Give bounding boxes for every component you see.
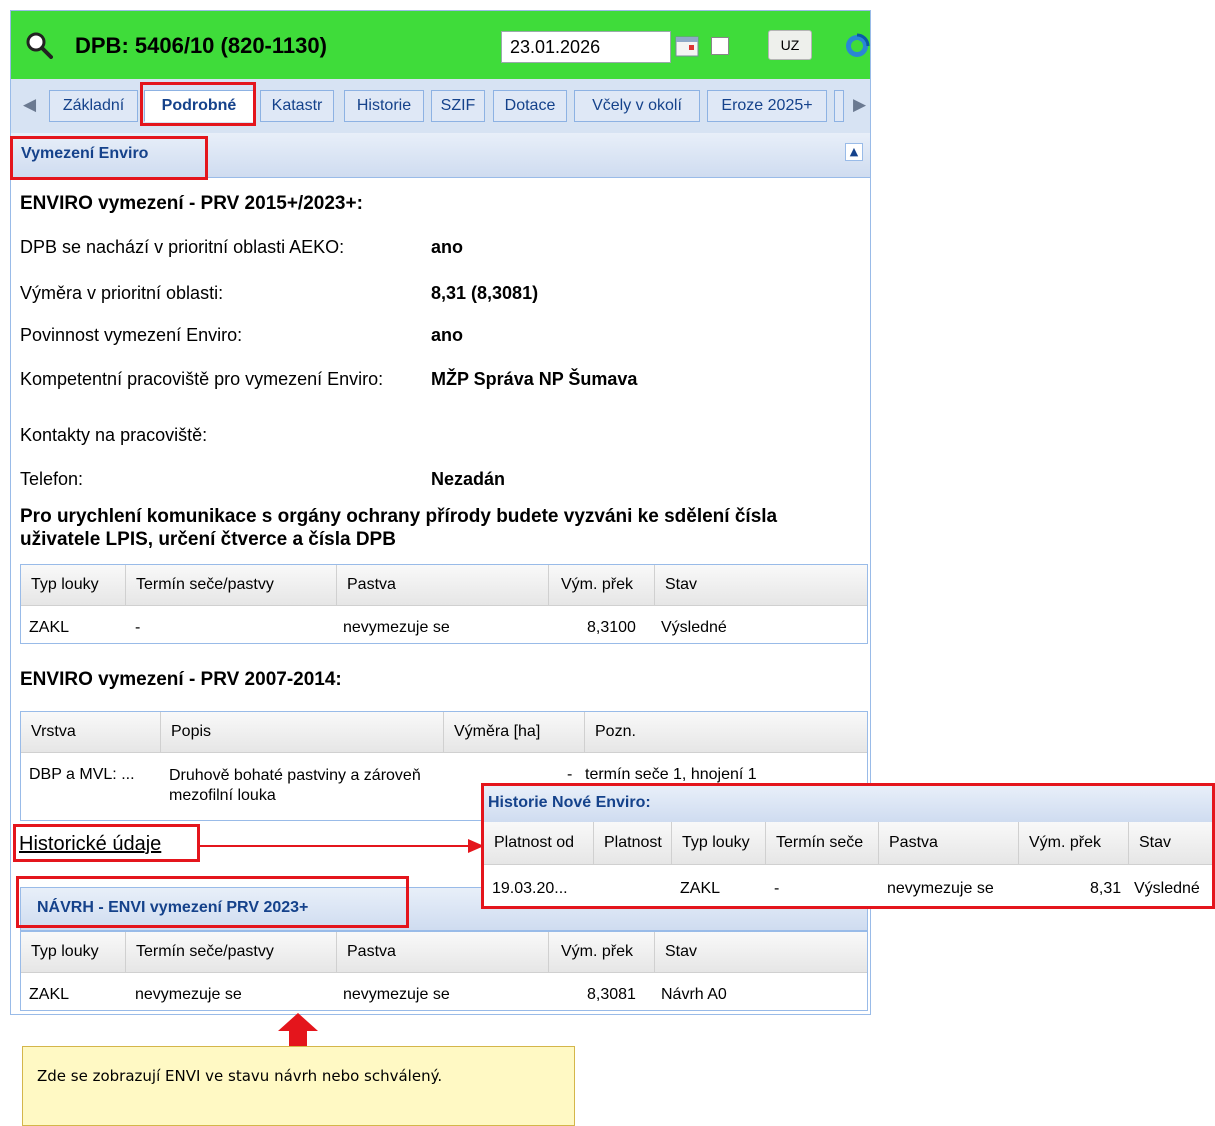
column-header[interactable]: Termín seče/pastvy [126, 932, 337, 972]
column-header[interactable]: Pastva [879, 822, 1019, 864]
table-cell: Návrh A0 [661, 986, 727, 1003]
notice-text: Pro urychlení komunikace s orgány ochran… [20, 506, 778, 550]
popup-title: Historie Nové Enviro: [488, 794, 651, 811]
column-header[interactable]: Typ louky [21, 932, 126, 972]
info-label: Výměra v prioritní oblasti: [20, 283, 224, 303]
table-header: Typ louky Termín seče/pastvy Pastva Vým.… [21, 565, 867, 606]
tab-dotace[interactable]: Dotace [493, 90, 567, 122]
table-cell: Výsledné [661, 619, 727, 636]
tab-eroze[interactable]: Eroze 2025+ [707, 90, 827, 122]
history-checkbox[interactable] [711, 37, 729, 55]
info-value: Nezadán [431, 469, 506, 489]
note-callout: Zde se zobrazují ENVI ve stavu návrh neb… [22, 1046, 575, 1126]
table-cell: Výsledné [1134, 880, 1200, 897]
table-cell: 8,3100 [587, 619, 636, 636]
table-cell: ZAKL [680, 880, 721, 897]
info-label: Povinnost vymezení Enviro: [20, 325, 243, 345]
collapse-icon[interactable]: ▲ [845, 143, 863, 161]
info-label: Kompetentní pracoviště pro vymezení Envi… [20, 369, 384, 389]
highlight-history-link [13, 824, 200, 862]
enviro-new-table: Typ louky Termín seče/pastvy Pastva Vým.… [20, 564, 868, 644]
column-header[interactable]: Stav [655, 932, 867, 972]
tab-vcely-v-okoli[interactable]: Včely v okolí [574, 90, 700, 122]
search-icon[interactable] [25, 31, 53, 59]
tab-zakladni[interactable]: Základní [49, 90, 138, 122]
info-label: DPB se nachází v prioritní oblasti AEKO: [20, 237, 345, 257]
table-cell: - [774, 880, 780, 897]
table-cell: nevymezuje se [887, 880, 994, 897]
table-cell: nevymezuje se [343, 986, 450, 1003]
column-header[interactable]: Stav [1129, 822, 1212, 864]
column-header[interactable]: Výměra [ha] [444, 712, 585, 752]
column-header[interactable]: Pastva [337, 932, 549, 972]
connector-arrow-icon [200, 839, 484, 853]
popup-header: Historie Nové Enviro: [484, 786, 1212, 823]
column-header[interactable]: Typ louky [672, 822, 766, 864]
table-header: Vrstva Popis Výměra [ha] Pozn. [21, 712, 867, 753]
date-field[interactable]: 23.01.2026 [501, 31, 671, 63]
table-cell: ZAKL [29, 986, 70, 1003]
highlight-proposal-title [16, 876, 409, 928]
table-cell: nevymezuje se [135, 986, 242, 1003]
column-header[interactable]: Termín seče [766, 822, 879, 864]
table-cell: nevymezuje se [343, 619, 450, 636]
column-header[interactable]: Vým. přek [1019, 822, 1129, 864]
table-cell: DBP a MVL: ... [29, 766, 135, 783]
enviro-old-heading: ENVIRO vymezení - PRV 2007-2014: [20, 669, 342, 690]
column-header[interactable]: Vým. přek [549, 932, 655, 972]
refresh-icon[interactable] [844, 33, 870, 59]
panel-header: DPB: 5406/10 (820-1130) 23.01.2026 UZ [11, 11, 870, 79]
tab-overflow[interactable] [834, 90, 844, 122]
tab-katastr[interactable]: Katastr [260, 90, 334, 122]
table-cell: termín seče 1, hnojení 1 [585, 766, 757, 783]
info-value: ano [431, 325, 464, 345]
column-header[interactable]: Pastva [337, 565, 549, 605]
column-header[interactable]: Termín seče/pastvy [126, 565, 337, 605]
column-header[interactable]: Pozn. [585, 712, 867, 752]
scroll-right-arrow-icon[interactable]: ▶ [853, 95, 866, 115]
table-header: Typ louky Termín seče/pastvy Pastva Vým.… [21, 932, 867, 973]
info-value: 8,31 (8,3081) [431, 283, 539, 303]
tab-szif[interactable]: SZIF [431, 90, 485, 122]
scroll-left-arrow-icon[interactable]: ◀ [23, 95, 36, 115]
column-header[interactable]: Platnost [594, 822, 672, 864]
calendar-icon[interactable] [675, 35, 699, 57]
table-cell: - [567, 766, 573, 783]
column-header[interactable]: Platnost od [484, 822, 594, 864]
highlight-tab-podrobne [140, 82, 256, 126]
up-arrow-icon [278, 1013, 318, 1047]
info-value: MŽP Správa NP Šumava [431, 369, 638, 389]
info-value: ano [431, 237, 464, 257]
table-cell: 8,3081 [587, 986, 636, 1003]
proposal-table: Typ louky Termín seče/pastvy Pastva Vým.… [20, 931, 868, 1011]
table-cell: ZAKL [29, 619, 70, 636]
column-header[interactable]: Vrstva [21, 712, 161, 752]
column-header[interactable]: Popis [161, 712, 444, 752]
tab-historie[interactable]: Historie [344, 90, 424, 122]
table-cell: 8,31 [1090, 880, 1122, 897]
enviro-new-heading: ENVIRO vymezení - PRV 2015+/2023+: [20, 193, 363, 214]
info-label: Kontakty na pracoviště: [20, 425, 208, 445]
history-popup: Historie Nové Enviro: Platnost od Platno… [481, 783, 1215, 909]
parcel-title: DPB: 5406/10 (820-1130) [75, 33, 327, 58]
table-header: Platnost od Platnost Typ louky Termín se… [484, 822, 1212, 865]
info-label: Telefon: [20, 469, 84, 489]
highlight-section-title [10, 136, 208, 180]
column-header[interactable]: Typ louky [21, 565, 126, 605]
note-text: Zde se zobrazují ENVI ve stavu návrh neb… [37, 1067, 443, 1085]
column-header[interactable]: Vým. přek [549, 565, 655, 605]
column-header[interactable]: Stav [655, 565, 867, 605]
uz-button[interactable]: UZ [768, 30, 812, 60]
table-cell: - [135, 619, 141, 636]
table-cell: 19.03.20... [492, 880, 568, 897]
table-cell: Druhově bohaté pastviny a zároveň mezofi… [169, 767, 421, 804]
